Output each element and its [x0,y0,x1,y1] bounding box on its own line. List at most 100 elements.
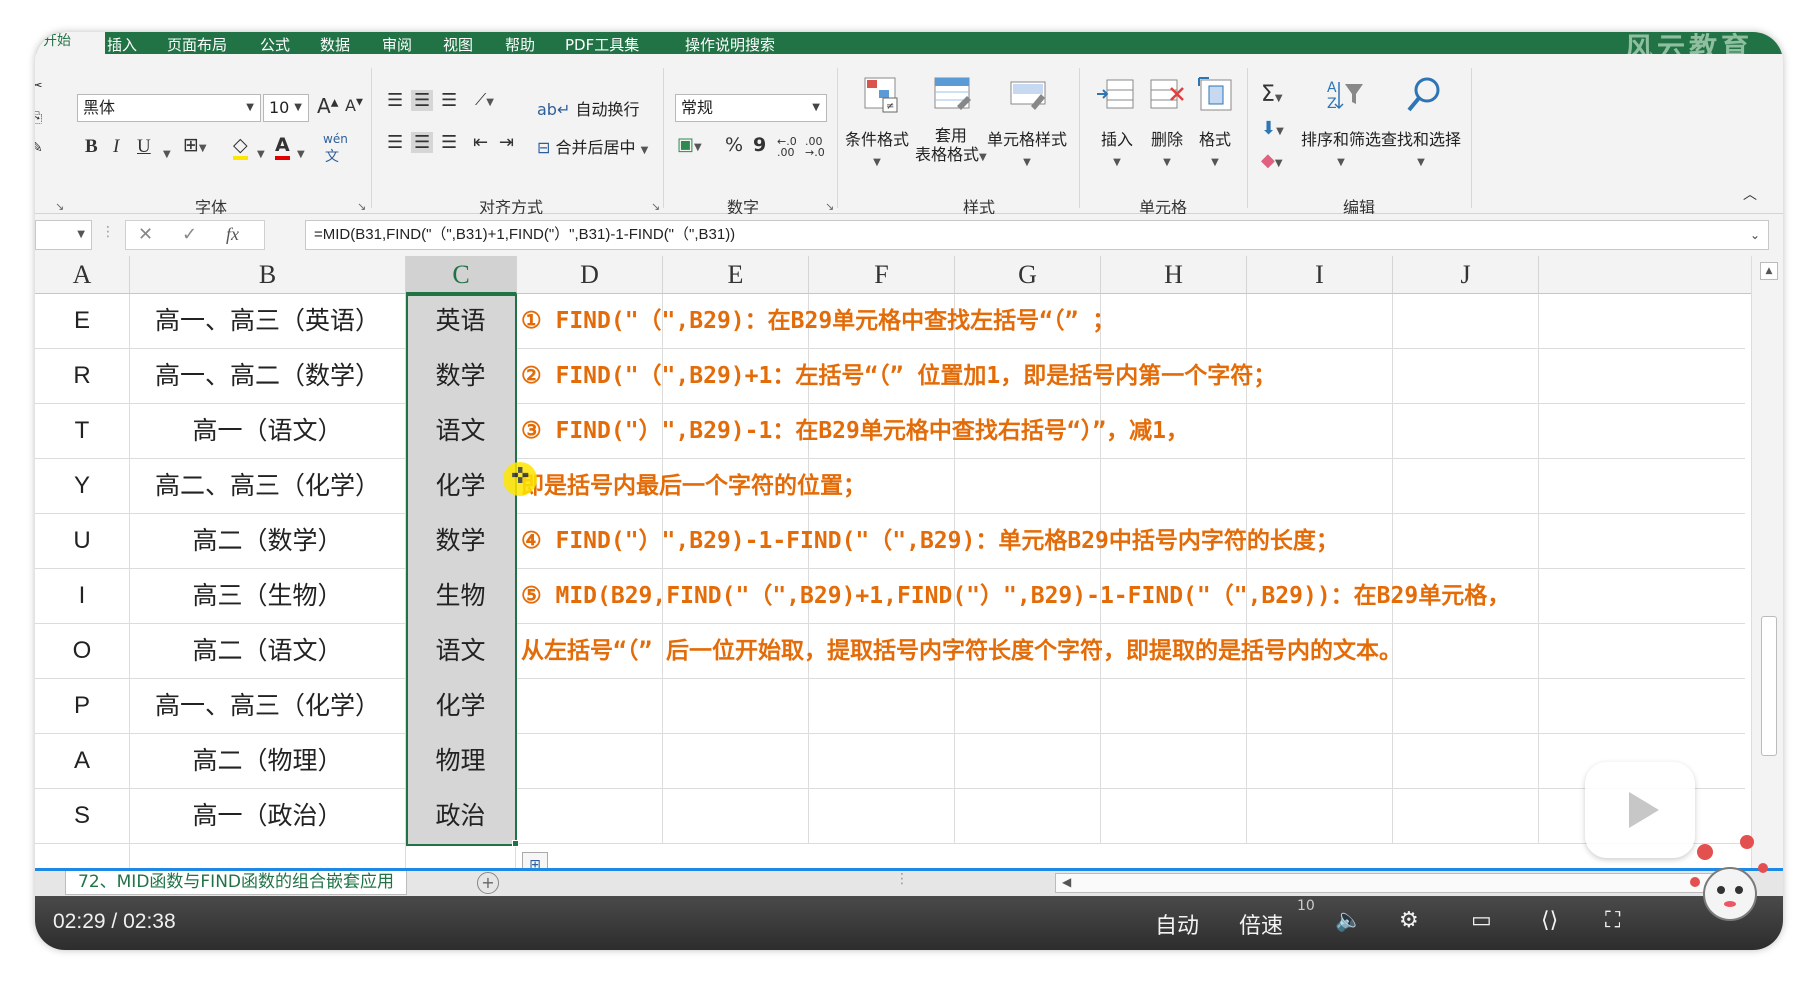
align-left-icon[interactable]: ☰ [387,132,403,153]
percent-style-button[interactable]: % [725,134,743,156]
scrollbar-thumb[interactable] [1761,616,1777,756]
cell[interactable] [1247,789,1393,844]
cell[interactable] [955,789,1101,844]
tell-me-search[interactable]: 操作说明搜索 [685,34,775,55]
add-sheet-button[interactable]: + [477,872,499,894]
decrease-decimal-button[interactable]: .00 →.0 [805,136,825,158]
cell[interactable] [1393,789,1539,844]
copy-icon[interactable]: ⎘ [35,110,42,126]
find-select-button[interactable]: 查找和选择 ▼ [1381,126,1461,169]
italic-button[interactable]: I [113,136,119,158]
cell[interactable] [663,734,809,789]
column-header-j[interactable]: J [1393,256,1539,294]
picture-in-picture-icon[interactable]: ▭ [1471,908,1492,933]
conditional-formatting-button[interactable]: 条件格式 ▼ [845,126,909,169]
cell-styles-icon[interactable] [1009,76,1047,116]
format-as-table-icon[interactable] [933,76,971,116]
tab-data[interactable]: 数据 [320,34,350,55]
format-cells-button[interactable]: 格式 ▼ [1199,126,1231,169]
cell[interactable] [517,734,663,789]
clear-icon[interactable]: ◆▼ [1261,150,1283,171]
tab-pdf-tools[interactable]: PDF工具集 [565,34,639,55]
fill-color-dropdown-icon[interactable]: ▼ [257,140,265,162]
increase-decimal-button[interactable]: ←.0 .00 [777,136,797,158]
shrink-font-button[interactable]: A▼ [345,96,363,115]
cell-b[interactable]: 高二（语文） [130,624,406,679]
cell[interactable] [1393,294,1539,349]
accounting-format-icon[interactable]: ▣▼ [677,134,702,155]
cell-c[interactable]: 数学 [406,349,516,404]
cell[interactable] [1393,624,1539,679]
worksheet-grid[interactable]: A B C D E F G H I J E 高一、高三（英语） 英语 ① FIND("… [35,256,1783,899]
fullscreen-icon[interactable]: ⛶ [1605,908,1620,933]
cell[interactable] [809,734,955,789]
column-header-h[interactable]: H [1101,256,1247,294]
phonetic-guide-button[interactable]: wén [323,132,348,146]
cell[interactable] [955,459,1101,514]
cell-a[interactable]: E [35,294,130,349]
cell[interactable] [809,679,955,734]
sort-filter-icon[interactable]: AZ [1325,76,1363,116]
cell[interactable] [1101,789,1247,844]
column-header-a[interactable]: A [35,256,130,294]
name-box[interactable]: ▼ [35,220,92,250]
horizontal-scrollbar[interactable]: ◀ [1055,873,1735,893]
column-header-f[interactable]: F [809,256,955,294]
font-dialog-launcher-icon[interactable]: ↘ [357,200,366,213]
align-middle-icon[interactable]: ☰ [411,90,434,111]
cell-c[interactable]: 语文 [406,404,516,459]
insert-function-icon[interactable]: fx [226,224,239,245]
cell[interactable] [1247,679,1393,734]
cell[interactable] [1247,294,1393,349]
widescreen-icon[interactable]: ⟨⟩ [1541,908,1558,933]
settings-gear-icon[interactable]: ⚙ [1399,908,1419,933]
conditional-formatting-icon[interactable]: ≠ [863,76,901,116]
cell[interactable] [1247,404,1393,459]
underline-dropdown-icon[interactable]: ▼ [163,140,171,162]
delete-cells-button[interactable]: 删除 ▼ [1151,126,1183,169]
cell-c[interactable]: 英语 [406,294,516,349]
fill-icon[interactable]: ⬇▼ [1261,118,1284,139]
format-as-table-button[interactable]: 套用 表格格式▼ [915,126,987,167]
tab-help[interactable]: 帮助 [505,34,535,55]
align-top-icon[interactable]: ☰ [387,90,403,111]
cancel-icon[interactable]: ✕ [138,224,153,245]
cell-b[interactable]: 高一、高三（英语） [130,294,406,349]
number-format-select[interactable]: 常规 ▼ [675,94,827,122]
cell-a[interactable]: I [35,569,130,624]
formula-input[interactable]: =MID(B31,FIND("（",B31)+1,FIND("）",B31)-1… [305,220,1769,250]
playback-speed-button[interactable]: 倍速 [1239,908,1283,940]
cell[interactable] [1393,679,1539,734]
alignment-dialog-launcher-icon[interactable]: ↘ [651,200,660,213]
cell[interactable] [1101,679,1247,734]
number-dialog-launcher-icon[interactable]: ↘ [825,200,834,213]
tab-home[interactable]: 开始 [35,32,105,54]
cell-a[interactable]: Y [35,459,130,514]
cell-a[interactable]: P [35,679,130,734]
font-name-select[interactable]: 黑体 ▼ [77,94,261,122]
cell-b[interactable]: 高一（政治） [130,789,406,844]
cell-c[interactable]: 生物 [406,569,516,624]
font-color-dropdown-icon[interactable]: ▼ [297,140,305,162]
find-select-icon[interactable] [1405,76,1443,116]
insert-cells-button[interactable]: 插入 ▼ [1101,126,1133,169]
cell-a[interactable]: U [35,514,130,569]
fill-handle[interactable] [512,840,519,847]
cell[interactable] [663,789,809,844]
sheet-tab-active[interactable]: 72、MID函数与FIND函数的组合嵌套应用 [65,871,408,895]
column-header-g[interactable]: G [955,256,1101,294]
cut-icon[interactable]: ✂ [35,78,43,94]
cell-b[interactable]: 高二、高三（化学） [130,459,406,514]
tab-review[interactable]: 审阅 [382,34,412,55]
column-header-b[interactable]: B [130,256,406,294]
cell[interactable] [1247,459,1393,514]
cell[interactable] [955,734,1101,789]
cell-b[interactable]: 高一（语文） [130,404,406,459]
format-cells-icon[interactable] [1197,76,1235,116]
cell-c[interactable]: 化学 [406,679,516,734]
cell[interactable] [809,789,955,844]
orientation-icon[interactable]: ⟋▼ [475,90,494,110]
decrease-indent-icon[interactable]: ⇤ [473,132,488,153]
column-header-i[interactable]: I [1247,256,1393,294]
cell-b[interactable]: 高二（物理） [130,734,406,789]
